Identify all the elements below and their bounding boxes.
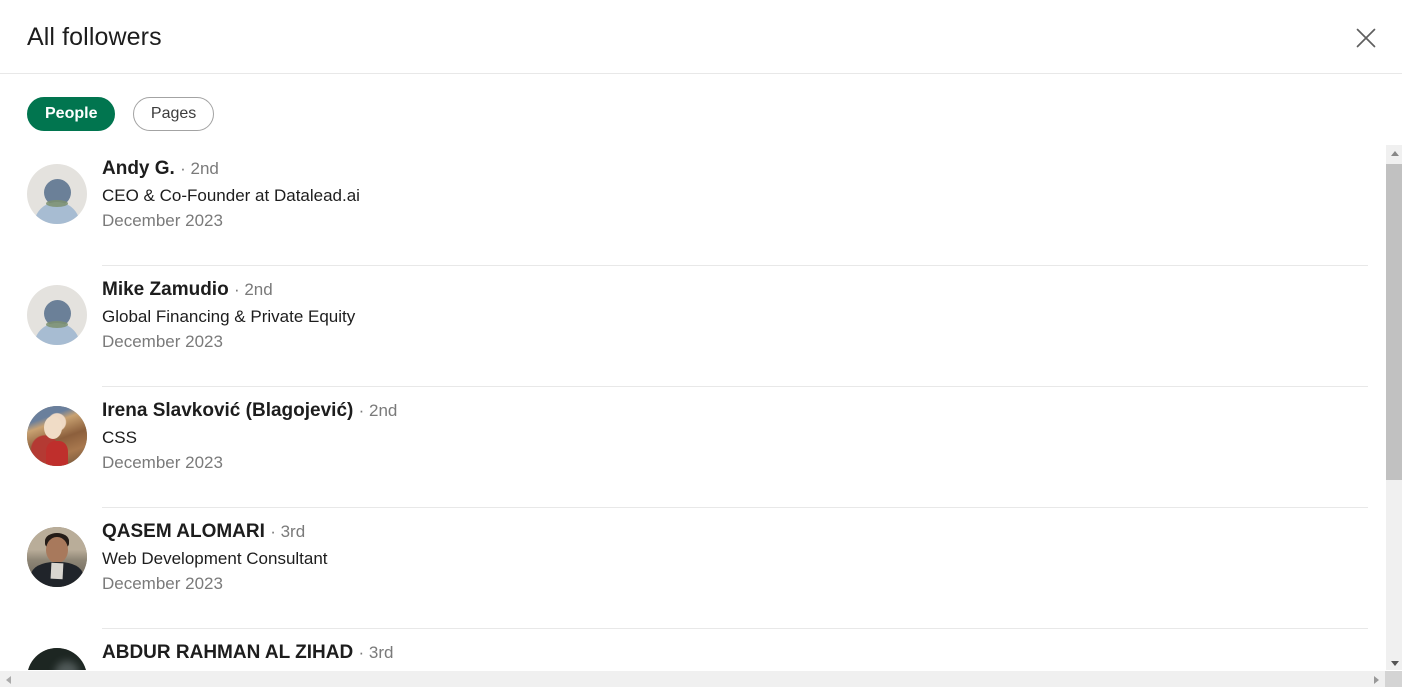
- list-item[interactable]: QASEM ALOMARI · 3rd Web Development Cons…: [0, 508, 1386, 629]
- list-item-text: Andy G. · 2nd CEO & Co-Founder at Datale…: [102, 145, 360, 232]
- horizontal-scrollbar[interactable]: [0, 670, 1402, 687]
- follower-headline: CEO & Co-Founder at Datalead.ai: [102, 186, 360, 205]
- all-followers-modal: All followers People Pages Andy G. · 2nd…: [0, 0, 1402, 687]
- list-item-text: ABDUR RAHMAN AL ZIHAD · 3rd: [102, 629, 393, 668]
- connection-degree: · 2nd: [180, 159, 219, 178]
- avatar: [27, 406, 87, 466]
- avatar: [27, 527, 87, 587]
- list-item-name-line: QASEM ALOMARI · 3rd: [102, 520, 328, 544]
- connection-degree: · 3rd: [358, 643, 394, 662]
- filter-pill-pages[interactable]: Pages: [132, 97, 215, 131]
- connection-degree: · 2nd: [233, 280, 273, 299]
- follower-name[interactable]: Andy G.: [102, 158, 175, 179]
- caret-down-icon: [1390, 661, 1399, 666]
- vertical-scrollbar[interactable]: [1385, 145, 1402, 672]
- list-item-name-line: ABDUR RAHMAN AL ZIHAD · 3rd: [102, 641, 393, 665]
- page-title: All followers: [27, 23, 162, 51]
- scroll-left-button[interactable]: [0, 671, 17, 687]
- list-item-name-line: Irena Slavković (Blagojević) · 2nd: [102, 399, 397, 423]
- modal-header: All followers: [0, 0, 1402, 74]
- list-item[interactable]: Irena Slavković (Blagojević) · 2nd CSS D…: [0, 387, 1386, 508]
- follow-date: December 2023: [102, 453, 223, 472]
- avatar: [27, 648, 87, 672]
- connection-degree: · 2nd: [358, 401, 398, 420]
- close-button[interactable]: [1346, 18, 1386, 58]
- vertical-scrollbar-thumb[interactable]: [1386, 164, 1402, 480]
- scroll-up-button[interactable]: [1386, 145, 1402, 162]
- follower-name[interactable]: Mike Zamudio: [102, 279, 229, 300]
- list-item[interactable]: ABDUR RAHMAN AL ZIHAD · 3rd: [0, 629, 1386, 672]
- follower-headline: Web Development Consultant: [102, 549, 328, 568]
- scroll-right-button[interactable]: [1368, 671, 1385, 687]
- follower-name[interactable]: ABDUR RAHMAN AL ZIHAD: [102, 642, 353, 663]
- list-item-name-line: Andy G. · 2nd: [102, 157, 360, 181]
- connection-degree: · 3rd: [270, 522, 306, 541]
- default-avatar-icon: [27, 285, 87, 345]
- caret-left-icon: [6, 675, 11, 684]
- list-item-text: Irena Slavković (Blagojević) · 2nd CSS D…: [102, 387, 397, 474]
- filter-pill-people[interactable]: People: [27, 97, 116, 131]
- follow-date: December 2023: [102, 574, 223, 593]
- list-item-text: Mike Zamudio · 2nd Global Financing & Pr…: [102, 266, 355, 353]
- follower-name[interactable]: QASEM ALOMARI: [102, 521, 265, 542]
- list-item-name-line: Mike Zamudio · 2nd: [102, 278, 355, 302]
- caret-up-icon: [1390, 151, 1399, 156]
- list-item[interactable]: Andy G. · 2nd CEO & Co-Founder at Datale…: [0, 145, 1386, 266]
- follow-date: December 2023: [102, 332, 223, 351]
- caret-right-icon: [1374, 675, 1379, 684]
- list-item[interactable]: Mike Zamudio · 2nd Global Financing & Pr…: [0, 266, 1386, 387]
- follower-headline: Global Financing & Private Equity: [102, 307, 356, 326]
- follower-name[interactable]: Irena Slavković (Blagojević): [102, 400, 353, 421]
- list-item-text: QASEM ALOMARI · 3rd Web Development Cons…: [102, 508, 328, 595]
- follower-headline: CSS: [102, 428, 137, 447]
- default-avatar-icon: [27, 164, 87, 224]
- followers-list: Andy G. · 2nd CEO & Co-Founder at Datale…: [0, 145, 1386, 672]
- close-icon: [1355, 27, 1377, 49]
- follow-date: December 2023: [102, 211, 223, 230]
- filter-bar: People Pages: [0, 74, 1402, 145]
- scrollbar-corner: [1385, 671, 1402, 687]
